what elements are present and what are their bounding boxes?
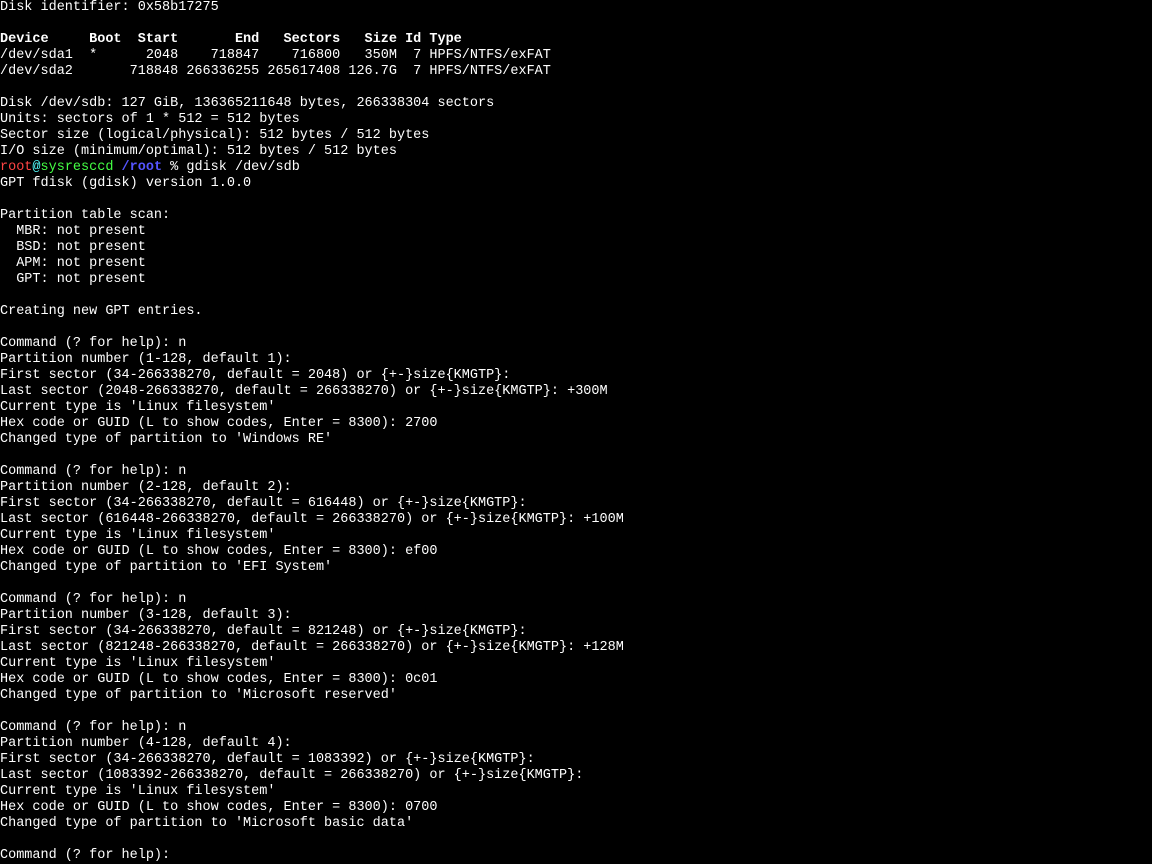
p1-current-type: Current type is 'Linux filesystem' (0, 400, 275, 415)
p1-number-prompt: Partition number (1-128, default 1): (0, 352, 300, 367)
terminal-output[interactable]: Disk identifier: 0x58b17275 Device Boot … (0, 0, 1152, 864)
units-info: Units: sectors of 1 * 512 = 512 bytes (0, 112, 300, 127)
prompt-at: @ (32, 160, 40, 175)
scan-apm: APM: not present (0, 256, 146, 271)
shell-prompt[interactable]: root@sysresccd /root % gdisk /dev/sdb (0, 160, 300, 175)
p1-hex-code: Hex code or GUID (L to show codes, Enter… (0, 416, 437, 431)
scan-header: Partition table scan: (0, 208, 170, 223)
command-prompt-2: Command (? for help): n (0, 464, 186, 479)
p2-current-type: Current type is 'Linux filesystem' (0, 528, 275, 543)
p4-current-type: Current type is 'Linux filesystem' (0, 784, 275, 799)
scan-gpt: GPT: not present (0, 272, 146, 287)
partition-row-sda2: /dev/sda2 718848 266336255 265617408 126… (0, 64, 551, 79)
sector-size-info: Sector size (logical/physical): 512 byte… (0, 128, 429, 143)
p3-first-sector: First sector (34-266338270, default = 82… (0, 624, 535, 639)
partition-row-sda1: /dev/sda1 * 2048 718847 716800 350M 7 HP… (0, 48, 551, 63)
prompt-user: root (0, 160, 32, 175)
p2-last-sector: Last sector (616448-266338270, default =… (0, 512, 624, 527)
prompt-command: gdisk /dev/sdb (186, 160, 299, 175)
p2-hex-code: Hex code or GUID (L to show codes, Enter… (0, 544, 437, 559)
p3-hex-code: Hex code or GUID (L to show codes, Enter… (0, 672, 437, 687)
scan-bsd: BSD: not present (0, 240, 146, 255)
io-size-info: I/O size (minimum/optimal): 512 bytes / … (0, 144, 397, 159)
p1-changed-type: Changed type of partition to 'Windows RE… (0, 432, 332, 447)
p3-changed-type: Changed type of partition to 'Microsoft … (0, 688, 397, 703)
prompt-path: /root (122, 160, 163, 175)
p3-number-prompt: Partition number (3-128, default 3): (0, 608, 300, 623)
p1-last-sector: Last sector (2048-266338270, default = 2… (0, 384, 608, 399)
p4-last-sector: Last sector (1083392-266338270, default … (0, 768, 591, 783)
creating-gpt: Creating new GPT entries. (0, 304, 203, 319)
disk-sdb-info: Disk /dev/sdb: 127 GiB, 136365211648 byt… (0, 96, 494, 111)
partition-table-header: Device Boot Start End Sectors Size Id Ty… (0, 32, 462, 47)
scan-mbr: MBR: not present (0, 224, 146, 239)
p3-last-sector: Last sector (821248-266338270, default =… (0, 640, 624, 655)
gdisk-version: GPT fdisk (gdisk) version 1.0.0 (0, 176, 251, 191)
command-prompt-3: Command (? for help): n (0, 592, 186, 607)
prompt-host: sysresccd (41, 160, 114, 175)
command-prompt-4: Command (? for help): n (0, 720, 186, 735)
p3-current-type: Current type is 'Linux filesystem' (0, 656, 275, 671)
p2-first-sector: First sector (34-266338270, default = 61… (0, 496, 535, 511)
p2-number-prompt: Partition number (2-128, default 2): (0, 480, 300, 495)
p4-hex-code: Hex code or GUID (L to show codes, Enter… (0, 800, 437, 815)
p1-first-sector: First sector (34-266338270, default = 20… (0, 368, 518, 383)
prompt-percent: % (162, 160, 186, 175)
p2-changed-type: Changed type of partition to 'EFI System… (0, 560, 332, 575)
command-prompt-5[interactable]: Command (? for help): (0, 848, 178, 863)
command-prompt-1: Command (? for help): n (0, 336, 186, 351)
p4-first-sector: First sector (34-266338270, default = 10… (0, 752, 543, 767)
p4-changed-type: Changed type of partition to 'Microsoft … (0, 816, 413, 831)
p4-number-prompt: Partition number (4-128, default 4): (0, 736, 300, 751)
disk-identifier-line: Disk identifier: 0x58b17275 (0, 0, 219, 15)
